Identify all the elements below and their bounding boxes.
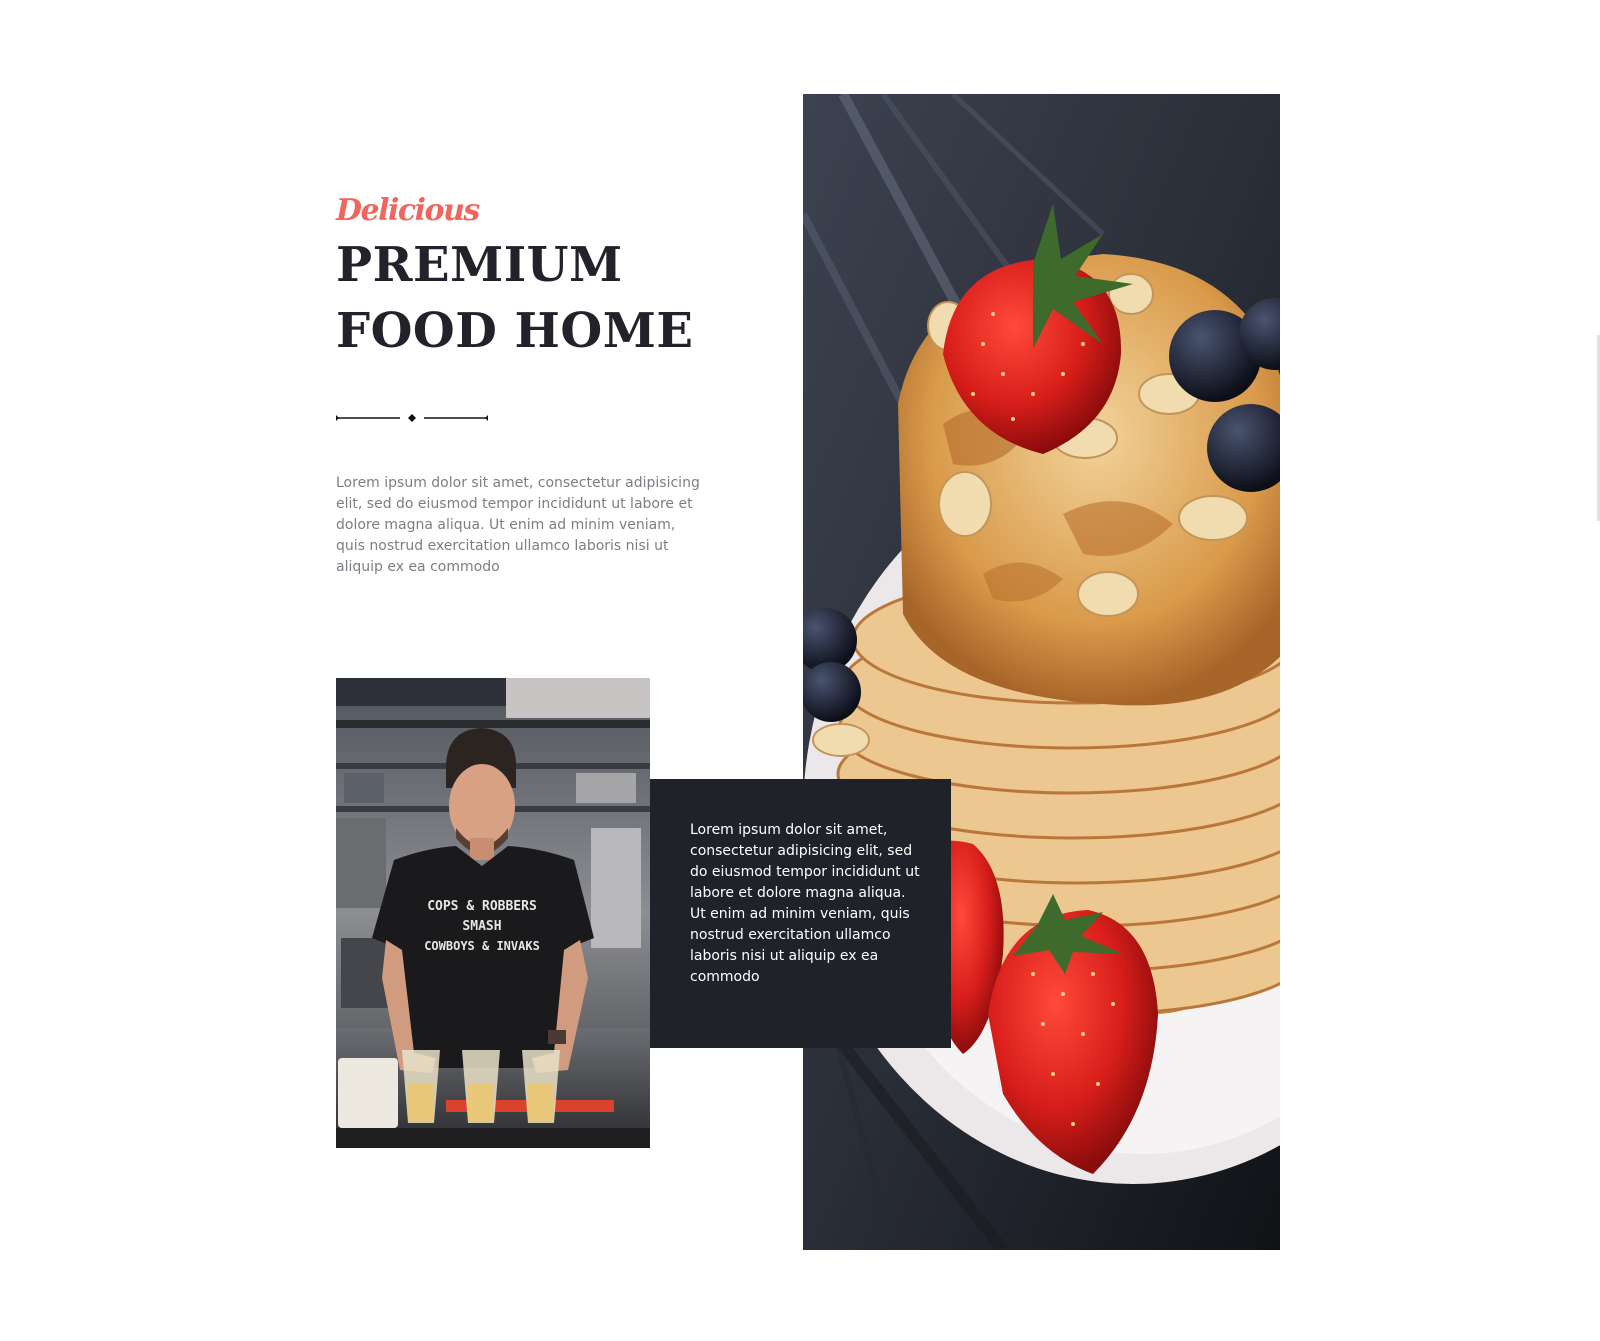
intro-paragraph: Lorem ipsum dolor sit amet, consectetur …	[336, 475, 700, 575]
shirt-text-line-2: SMASH	[462, 919, 501, 934]
chef-photo: COPS & ROBBERS SMASH COWBOYS & INVAKS	[336, 678, 650, 1148]
page-title: PREMIUM FOOD HOME	[336, 232, 716, 364]
info-card-text: Lorem ipsum dolor sit amet, consectetur …	[690, 822, 920, 985]
shirt-text-line-3: COWBOYS & INVAKS	[424, 939, 540, 953]
info-card: Lorem ipsum dolor sit amet, consectetur …	[650, 779, 951, 1048]
page-title-line-1: PREMIUM	[336, 237, 623, 293]
page-title-line-2: FOOD HOME	[336, 303, 694, 359]
line-diamond-divider-icon	[336, 414, 488, 422]
shirt-text-line-1: COPS & ROBBERS	[427, 899, 537, 914]
script-subtitle: Delicious	[336, 193, 480, 228]
hero-heading-group: Delicious PREMIUM FOOD HOME	[336, 190, 716, 364]
pancake-stack-photo	[803, 94, 1280, 1250]
